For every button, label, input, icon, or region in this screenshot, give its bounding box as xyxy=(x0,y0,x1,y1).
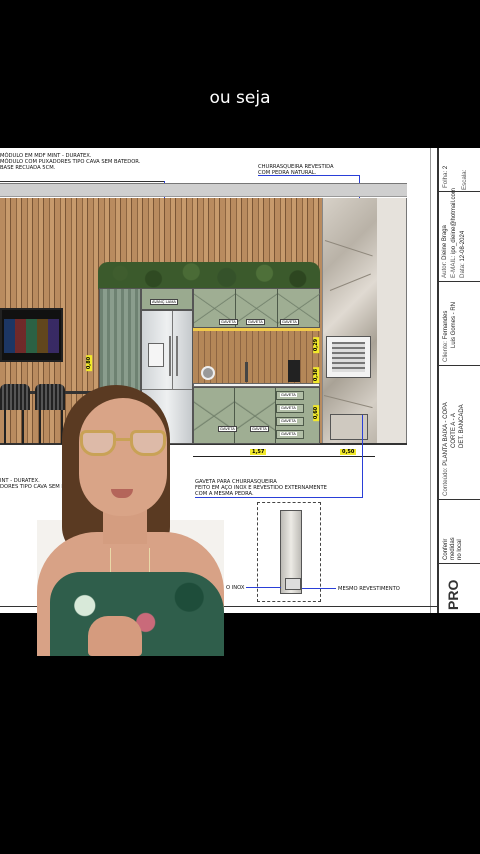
conteudo-line3: DET. BANCADA xyxy=(459,404,465,448)
cabinet-label: GAVETA xyxy=(219,319,238,325)
video-caption: ou seja xyxy=(209,88,271,108)
cabinet-label: AVANÇ LAMA xyxy=(150,299,178,305)
note-gaveta: GAVETA PARA CHURRASQUEIRA FEITO EM AÇO I… xyxy=(195,479,327,498)
presenter-face xyxy=(79,398,167,516)
note-module-left: INT - DURATEX. DORES TIPO CAVA SEM B xyxy=(0,478,65,491)
kettle xyxy=(201,366,215,380)
glasses-bridge xyxy=(116,438,130,441)
dimension-label: 0,38 xyxy=(313,366,320,384)
fridge-top-cabinet: AVANÇ LAMA xyxy=(141,288,193,310)
leader-line xyxy=(195,497,363,498)
sheet-frame xyxy=(430,148,431,613)
data-value: 12-08-2024 xyxy=(460,230,466,262)
dimension-label: 0,60 xyxy=(313,404,320,422)
title-block: Folha: 2 Escala: Autor: Dieine Braga E-M… xyxy=(437,148,480,613)
lower-cabinets: GAVETA GAVETA GAVETA GAVETA GAVETA GAVET… xyxy=(193,387,320,444)
glasses-left-lens xyxy=(80,430,116,456)
email-value: ipo_dieine@hotmail.com xyxy=(451,188,457,254)
chair xyxy=(35,384,65,410)
conteudo-label: Conteúdo: xyxy=(442,467,449,496)
chair xyxy=(0,384,30,410)
folha-value: 2 xyxy=(443,165,449,170)
drawer: GAVETA xyxy=(276,417,304,426)
ceiling-section xyxy=(0,183,407,197)
leader-line xyxy=(246,587,281,588)
leader-line xyxy=(258,175,360,176)
drawer: GAVETA xyxy=(276,404,304,413)
cabinet-label: GAVETA xyxy=(246,319,265,325)
conteudo-notes: Conferir medidas no local xyxy=(443,537,463,560)
appliance xyxy=(288,360,300,382)
cliente-city: Luis Gomes - RN xyxy=(451,301,457,348)
conteudo-line2: CORTE A - A xyxy=(451,413,457,448)
dimension-label: 0,50 xyxy=(340,449,357,455)
fridge-dispenser xyxy=(148,343,164,367)
cabinet-label: GAVETA xyxy=(218,426,237,432)
upper-cabinets: GAVETA GAVETA GAVETA xyxy=(193,288,320,328)
grill-vent xyxy=(326,336,371,378)
autor-value: Dieine Braga xyxy=(442,225,448,260)
conteudo-line1: PLANTA BAIXA - COPA xyxy=(443,402,449,466)
television xyxy=(0,308,63,362)
dimension-label: 1,57 xyxy=(250,449,267,455)
cabinet-label: GAVETA xyxy=(280,319,299,325)
note-revestimento: MESMO REVESTIMENTO xyxy=(338,586,400,592)
leader-line xyxy=(302,588,336,589)
leader-line xyxy=(362,415,363,498)
note-module-mdf: MÓDULO EM MDF MINT - DURATEX. MÓDULO COM… xyxy=(0,153,141,172)
cliente-label: Cliente: xyxy=(442,341,449,362)
dimension-line xyxy=(193,456,375,457)
note-inox: O INOX xyxy=(226,585,245,591)
side-wall xyxy=(377,198,407,444)
office-logo: PRO xyxy=(445,579,461,610)
leader-line xyxy=(0,181,165,182)
email-label: E-MAIL: xyxy=(450,255,457,278)
data-label: Data: xyxy=(459,263,466,278)
presenter-hand xyxy=(88,616,142,656)
hanging-plants xyxy=(98,262,320,290)
inox-drawer-detail xyxy=(285,578,301,590)
glasses-right-lens xyxy=(130,430,166,456)
cabinet-label: GAVETA xyxy=(250,426,269,432)
folha-label: Folha: xyxy=(442,170,449,188)
dimension-label: 0,80 xyxy=(86,354,93,372)
drawer: GAVETA xyxy=(276,391,304,400)
dimension-label: 0,29 xyxy=(313,336,320,354)
cliente-value: Fernandes xyxy=(443,310,449,340)
autor-label: Autor: xyxy=(441,261,448,278)
faucet xyxy=(245,362,248,382)
escala-label: Escala: xyxy=(461,169,468,190)
drawer: GAVETA xyxy=(276,430,304,439)
